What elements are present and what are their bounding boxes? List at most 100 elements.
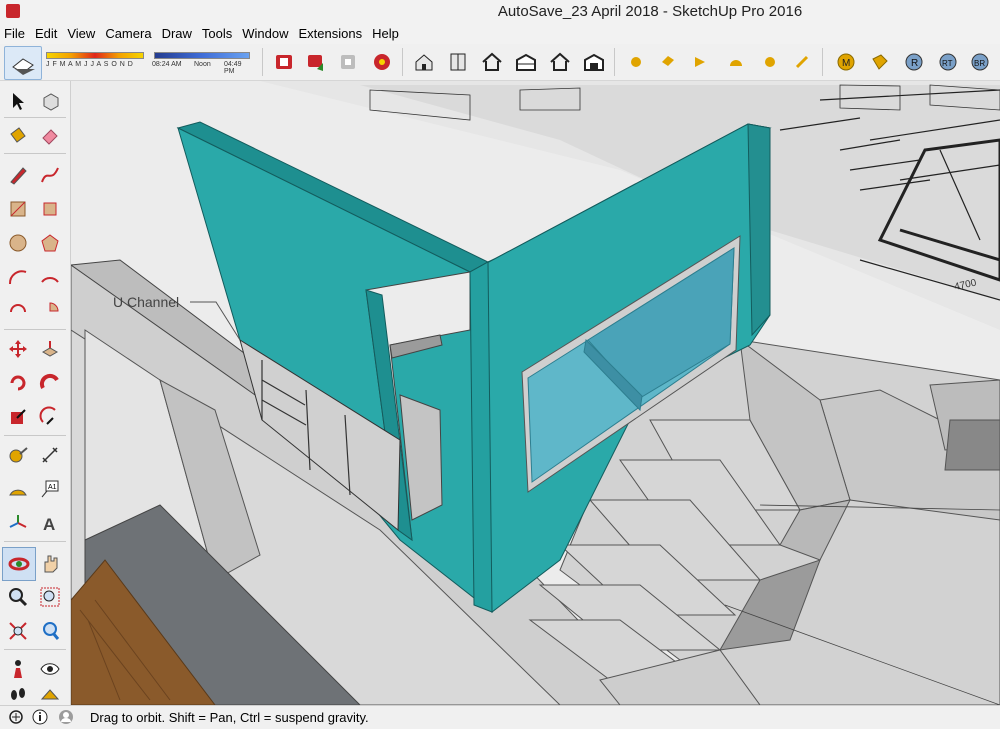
axes-tool[interactable] bbox=[4, 509, 32, 537]
three-point-arc-tool[interactable] bbox=[4, 297, 32, 325]
walk-tool[interactable] bbox=[4, 685, 32, 703]
polygon-tool[interactable] bbox=[36, 229, 64, 257]
gold-tool-2-button[interactable] bbox=[686, 48, 714, 76]
gold-tool-5-button[interactable] bbox=[788, 48, 816, 76]
dimension-icon bbox=[42, 447, 58, 463]
arc-tool[interactable] bbox=[4, 263, 32, 291]
paint-bucket-icon bbox=[10, 127, 26, 143]
menu-tools[interactable]: Tools bbox=[197, 24, 237, 44]
top-view-button[interactable] bbox=[444, 48, 472, 76]
menu-draw[interactable]: Draw bbox=[157, 24, 197, 44]
two-point-arc-icon bbox=[41, 277, 59, 283]
info-icon[interactable] bbox=[32, 709, 48, 725]
iso-view-button[interactable] bbox=[410, 48, 438, 76]
orbit-icon bbox=[8, 557, 30, 571]
right-view-button[interactable] bbox=[512, 48, 540, 76]
gold-tool-1-button[interactable] bbox=[654, 48, 682, 76]
plugin-m-button[interactable]: M bbox=[832, 48, 860, 76]
zoom-window-tool[interactable] bbox=[36, 583, 64, 611]
time-slider[interactable]: 08:24 AM Noon 04:49 PM bbox=[152, 48, 252, 76]
rectangle-tool[interactable] bbox=[4, 195, 32, 223]
move-tool[interactable] bbox=[4, 335, 32, 363]
rotated-rectangle-tool[interactable] bbox=[36, 195, 64, 223]
select-tool[interactable] bbox=[4, 87, 32, 115]
move-arrows-icon bbox=[9, 340, 27, 358]
section-plane-tool[interactable] bbox=[36, 685, 64, 703]
three-point-arc-icon bbox=[10, 304, 26, 313]
magnifier-icon bbox=[9, 588, 28, 607]
circle-tool[interactable] bbox=[4, 229, 32, 257]
menu-help[interactable]: Help bbox=[367, 24, 404, 44]
share-model-button[interactable] bbox=[302, 48, 330, 76]
follow-me-icon bbox=[39, 373, 59, 389]
offset-tool[interactable] bbox=[36, 403, 64, 431]
toolbar-separator bbox=[614, 48, 615, 76]
look-around-tool[interactable] bbox=[36, 655, 64, 683]
plugin-r-button[interactable]: R bbox=[900, 48, 928, 76]
follow-me-tool[interactable] bbox=[36, 369, 64, 397]
text-tool[interactable]: A1 bbox=[36, 475, 64, 503]
dimension-tool[interactable] bbox=[36, 441, 64, 469]
3d-warehouse-button[interactable] bbox=[270, 48, 298, 76]
circle-icon bbox=[9, 234, 27, 252]
make-component-tool[interactable] bbox=[36, 87, 64, 115]
protractor-icon bbox=[9, 489, 27, 496]
eraser-icon bbox=[42, 129, 58, 145]
front-view-button[interactable] bbox=[478, 48, 506, 76]
freehand-tool[interactable] bbox=[36, 161, 64, 189]
gold-tool-3-button[interactable] bbox=[722, 48, 750, 76]
back-view-button[interactable] bbox=[546, 48, 574, 76]
tool-separator bbox=[4, 329, 66, 330]
menu-view[interactable]: View bbox=[62, 24, 100, 44]
status-message: Drag to orbit. Shift = Pan, Ctrl = suspe… bbox=[90, 710, 369, 725]
position-camera-tool[interactable] bbox=[4, 655, 32, 683]
push-pull-tool[interactable] bbox=[36, 335, 64, 363]
paint-bucket-tool[interactable] bbox=[4, 121, 32, 149]
menu-edit[interactable]: Edit bbox=[30, 24, 62, 44]
select-arrow-icon bbox=[13, 93, 24, 110]
plugin-rt-button[interactable]: RT bbox=[934, 48, 962, 76]
menu-file[interactable]: File bbox=[0, 24, 30, 44]
scale-tool[interactable] bbox=[4, 403, 32, 431]
pie-tool[interactable] bbox=[36, 297, 64, 325]
menu-window[interactable]: Window bbox=[237, 24, 293, 44]
zoom-window-icon bbox=[40, 587, 60, 607]
house-iso-icon bbox=[415, 54, 433, 71]
pencil-icon bbox=[10, 167, 27, 185]
share-component-button[interactable] bbox=[334, 48, 362, 76]
two-point-arc-tool[interactable] bbox=[36, 263, 64, 291]
text-label-icon: A1 bbox=[41, 480, 59, 498]
plugin-br-icon: BR bbox=[971, 53, 989, 71]
menu-extensions[interactable]: Extensions bbox=[294, 24, 368, 44]
plugin-tag-button[interactable] bbox=[866, 48, 894, 76]
status-bar: Drag to orbit. Shift = Pan, Ctrl = suspe… bbox=[0, 705, 1000, 729]
protractor-tool[interactable] bbox=[4, 475, 32, 503]
geolocation-icon[interactable] bbox=[8, 709, 24, 725]
zoom-tool[interactable] bbox=[4, 583, 32, 611]
plugin-m-icon: M bbox=[837, 53, 855, 71]
3d-text-tool[interactable]: A bbox=[36, 509, 64, 537]
left-view-button[interactable] bbox=[580, 48, 608, 76]
person-icon bbox=[14, 660, 22, 678]
u-channel-label[interactable]: U Channel bbox=[113, 294, 179, 310]
extension-warehouse-button[interactable] bbox=[368, 48, 396, 76]
eraser-tool[interactable] bbox=[36, 121, 64, 149]
rotate-tool[interactable] bbox=[4, 369, 32, 397]
menu-camera[interactable]: Camera bbox=[100, 24, 156, 44]
month-slider[interactable]: J F M A M J J A S O N D bbox=[44, 48, 148, 76]
eye-icon bbox=[40, 663, 60, 675]
sun-tool-button[interactable] bbox=[622, 48, 650, 76]
gold-tool-4-button[interactable] bbox=[756, 48, 784, 76]
scale-icon bbox=[11, 409, 26, 424]
model-viewport[interactable]: 4700 U Channel bbox=[71, 81, 1000, 705]
user-sign-in-icon[interactable] bbox=[58, 709, 74, 725]
previous-view-tool[interactable] bbox=[36, 617, 64, 645]
plugin-br-button[interactable]: BR bbox=[966, 48, 994, 76]
tape-measure-tool[interactable] bbox=[4, 441, 32, 469]
line-tool[interactable] bbox=[4, 161, 32, 189]
shadows-toggle-button[interactable] bbox=[4, 46, 42, 80]
orbit-tool[interactable] bbox=[2, 547, 36, 581]
zoom-extents-tool[interactable] bbox=[4, 617, 32, 645]
pan-tool[interactable] bbox=[36, 549, 64, 577]
freehand-icon bbox=[41, 167, 59, 183]
